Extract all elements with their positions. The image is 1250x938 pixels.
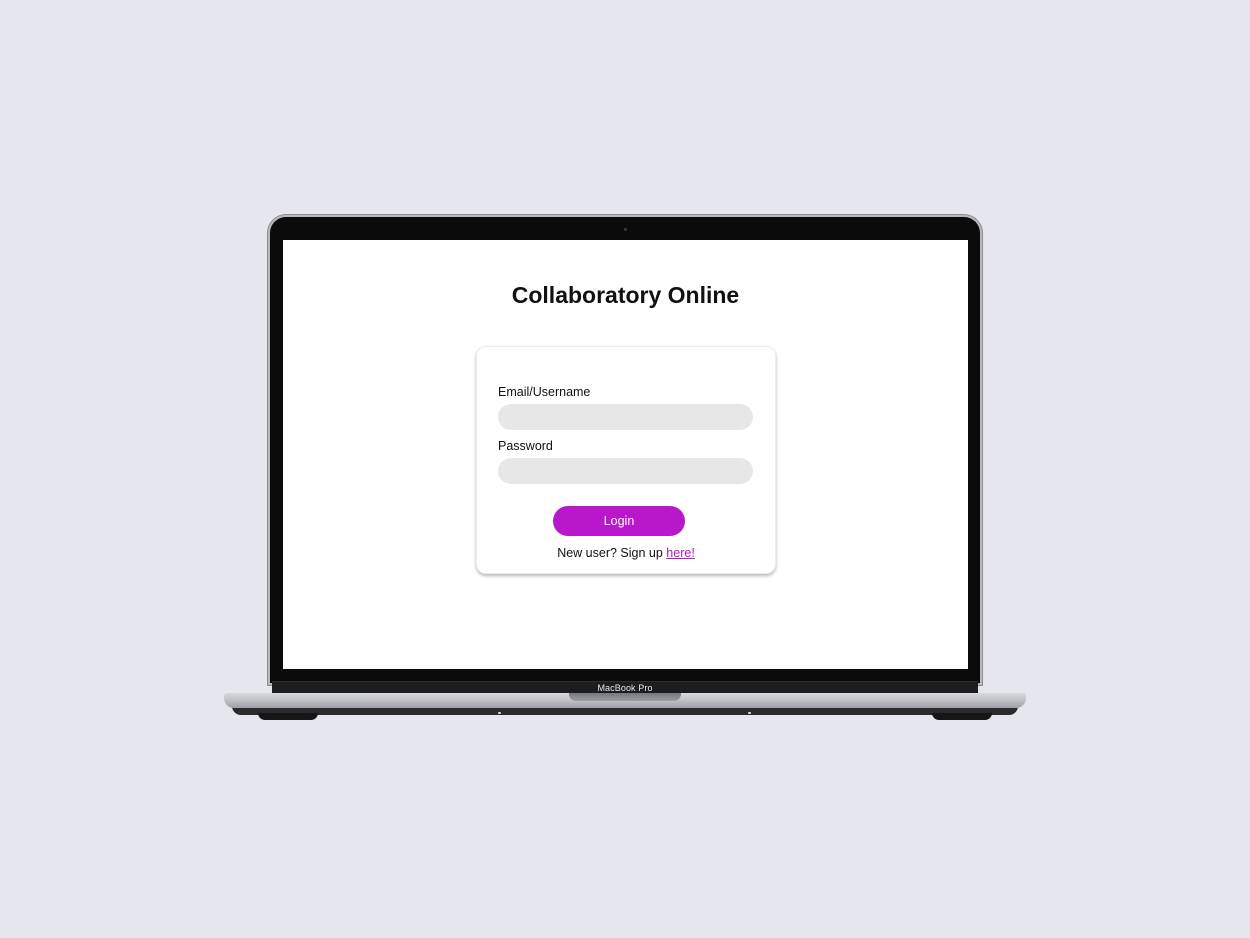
webcam-icon xyxy=(624,228,627,231)
base-highlight-left xyxy=(498,712,501,714)
login-button[interactable]: Login xyxy=(553,506,685,536)
laptop-lid: Collaboratory Online Email/Username Pass… xyxy=(270,217,980,683)
base-highlight-right xyxy=(748,712,751,714)
password-label: Password xyxy=(498,439,553,453)
password-field[interactable] xyxy=(498,458,753,484)
laptop-foot-right xyxy=(932,713,992,720)
page-title: Collaboratory Online xyxy=(511,282,740,308)
laptop-base xyxy=(224,693,1026,708)
lid-opening-notch xyxy=(569,693,681,701)
signup-link[interactable]: here! xyxy=(666,546,695,560)
laptop-screen: Collaboratory Online Email/Username Pass… xyxy=(283,240,968,669)
signup-prompt: New user? Sign up xyxy=(557,546,663,560)
email-field[interactable] xyxy=(498,404,753,430)
signup-line: New user? Sign up here! xyxy=(477,546,775,560)
email-label: Email/Username xyxy=(498,385,591,399)
login-card: Email/Username Password Login New user? … xyxy=(476,346,776,574)
laptop-foot-left xyxy=(258,713,318,720)
